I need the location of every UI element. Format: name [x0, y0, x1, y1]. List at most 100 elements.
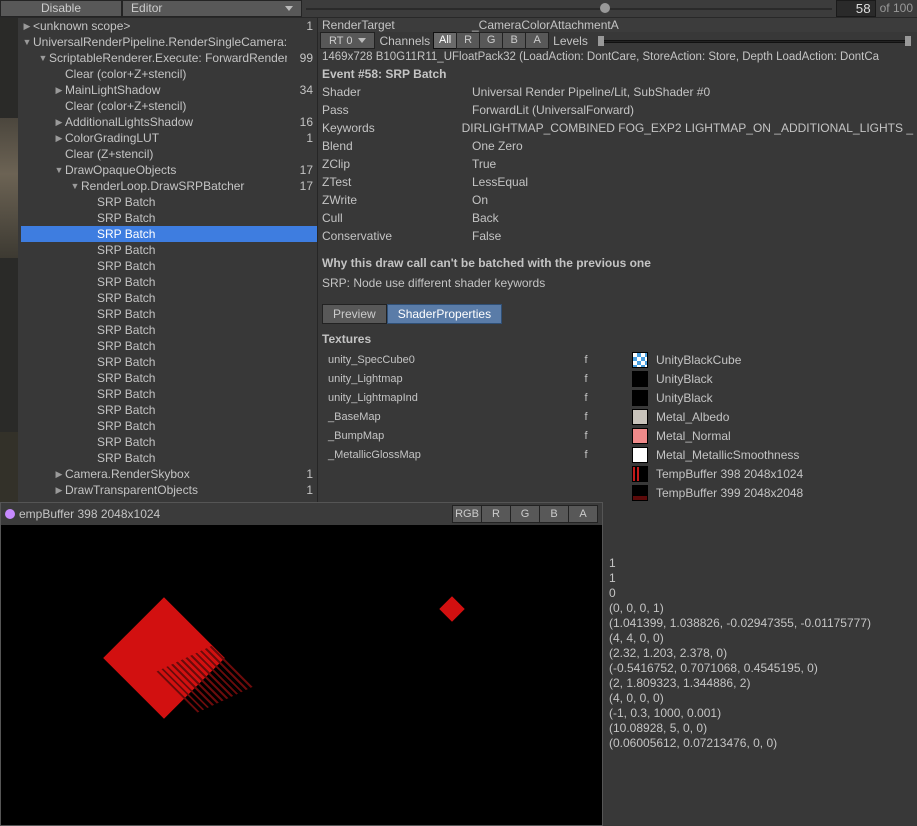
- property-row: ConservativeFalse: [318, 227, 917, 245]
- texture-name: Metal_Normal: [656, 429, 731, 443]
- foldout-icon[interactable]: ▼: [53, 165, 65, 175]
- tree-row[interactable]: Clear (color+Z+stencil): [21, 66, 317, 82]
- tab-shaderproperties[interactable]: ShaderProperties: [387, 304, 502, 324]
- texture-row[interactable]: TempBuffer 398 2048x1024: [318, 464, 917, 483]
- channel-r-button[interactable]: R: [456, 32, 480, 49]
- channel-a-button[interactable]: A: [525, 32, 549, 49]
- tree-row[interactable]: ▼UniversalRenderPipeline.RenderSingleCam…: [21, 34, 317, 50]
- tree-row[interactable]: SRP Batch: [21, 194, 317, 210]
- viewer-channel-g-button[interactable]: G: [510, 505, 540, 523]
- texture-row[interactable]: unity_SpecCube0fUnityBlackCube: [318, 350, 917, 369]
- main-split: ▶<unknown scope>1▼UniversalRenderPipelin…: [0, 18, 917, 502]
- tree-row[interactable]: ▼RenderLoop.DrawSRPBatcher17: [21, 178, 317, 194]
- tree-label: SRP Batch: [97, 323, 287, 337]
- levels-label: Levels: [553, 34, 588, 48]
- event-number-input[interactable]: [836, 0, 876, 17]
- tree-row[interactable]: ▶AdditionalLightsShadow16: [21, 114, 317, 130]
- property-value: ForwardLit (UniversalForward): [472, 103, 634, 117]
- constant-value: (1.041399, 1.038826, -0.02947355, -0.011…: [605, 616, 917, 631]
- channel-b-button[interactable]: B: [502, 32, 526, 49]
- tree-label: AdditionalLightsShadow: [65, 115, 287, 129]
- top-toolbar: Disable Editor of 100: [0, 0, 917, 18]
- event-tree[interactable]: ▶<unknown scope>1▼UniversalRenderPipelin…: [21, 18, 317, 498]
- texture-swatch: [632, 447, 648, 463]
- details-pane: RenderTarget _CameraColorAttachmentA RT …: [317, 18, 917, 502]
- texture-row[interactable]: _MetallicGlossMapfMetal_MetallicSmoothne…: [318, 445, 917, 464]
- disable-button[interactable]: Disable: [0, 0, 122, 17]
- mode-dropdown[interactable]: Editor: [122, 0, 302, 17]
- tab-preview[interactable]: Preview: [322, 304, 387, 324]
- property-value: Universal Render Pipeline/Lit, SubShader…: [472, 85, 710, 99]
- tree-row[interactable]: SRP Batch: [21, 386, 317, 402]
- tree-row[interactable]: ▶MainLightShadow34: [21, 82, 317, 98]
- tree-row[interactable]: SRP Batch: [21, 226, 317, 242]
- rendertarget-row: RenderTarget _CameraColorAttachmentA: [318, 18, 917, 32]
- tree-row[interactable]: ▶DrawTransparentObjects1: [21, 482, 317, 498]
- viewer-channel-b-button[interactable]: B: [539, 505, 569, 523]
- property-key: Cull: [322, 211, 472, 225]
- texture-swatch: [632, 485, 648, 501]
- foldout-icon[interactable]: ▶: [53, 85, 65, 96]
- tree-row[interactable]: Clear (color+Z+stencil): [21, 98, 317, 114]
- levels-slider[interactable]: [598, 35, 911, 47]
- texture-row[interactable]: _BaseMapfMetal_Albedo: [318, 407, 917, 426]
- tree-row[interactable]: SRP Batch: [21, 290, 317, 306]
- tree-label: ColorGradingLUT: [65, 131, 287, 145]
- texture-uniform: _BaseMap: [328, 411, 568, 423]
- constant-value: (0, 0, 0, 1): [605, 601, 917, 616]
- texture-row[interactable]: unity_LightmapfUnityBlack: [318, 369, 917, 388]
- texture-row[interactable]: TempBuffer 399 2048x2048: [318, 483, 917, 502]
- viewer-canvas[interactable]: [1, 525, 602, 825]
- constant-value: (0.06005612, 0.07213476, 0, 0): [605, 736, 917, 751]
- rt-index-dropdown[interactable]: RT 0: [320, 32, 375, 49]
- event-tree-pane: ▶<unknown scope>1▼UniversalRenderPipelin…: [0, 18, 317, 502]
- rt-options-bar: RT 0 Channels All R G B A Levels: [318, 32, 917, 49]
- tree-row[interactable]: ▼DrawOpaqueObjects17: [21, 162, 317, 178]
- tree-label: SRP Batch: [97, 211, 287, 225]
- tree-row[interactable]: SRP Batch: [21, 306, 317, 322]
- tree-row[interactable]: SRP Batch: [21, 418, 317, 434]
- tree-count: 17: [287, 163, 313, 177]
- viewer-channel-rgb-button[interactable]: RGB: [452, 505, 482, 523]
- tree-row[interactable]: SRP Batch: [21, 322, 317, 338]
- foldout-icon[interactable]: ▶: [53, 133, 65, 144]
- foldout-icon[interactable]: ▶: [53, 485, 65, 496]
- tree-label: RenderLoop.DrawSRPBatcher: [81, 179, 287, 193]
- tree-row[interactable]: SRP Batch: [21, 354, 317, 370]
- tree-row[interactable]: SRP Batch: [21, 370, 317, 386]
- foldout-icon[interactable]: ▼: [69, 181, 81, 191]
- tree-row[interactable]: Clear (Z+stencil): [21, 146, 317, 162]
- viewer-channel-a-button[interactable]: A: [568, 505, 598, 523]
- viewer-channel-r-button[interactable]: R: [481, 505, 511, 523]
- tree-row[interactable]: ▶Camera.RenderSkybox1: [21, 466, 317, 482]
- foldout-icon[interactable]: ▼: [21, 37, 33, 47]
- tree-row[interactable]: SRP Batch: [21, 450, 317, 466]
- tree-row[interactable]: SRP Batch: [21, 274, 317, 290]
- texture-name: Metal_MetallicSmoothness: [656, 448, 799, 462]
- tree-row[interactable]: ▼ScriptableRenderer.Execute: ForwardRend…: [21, 50, 317, 66]
- tree-label: Clear (Z+stencil): [65, 147, 287, 161]
- texture-row[interactable]: _BumpMapfMetal_Normal: [318, 426, 917, 445]
- tree-row[interactable]: ▶ColorGradingLUT1: [21, 130, 317, 146]
- channel-all-button[interactable]: All: [433, 32, 457, 49]
- channel-g-button[interactable]: G: [479, 32, 503, 49]
- tree-row[interactable]: SRP Batch: [21, 402, 317, 418]
- tree-row[interactable]: SRP Batch: [21, 210, 317, 226]
- foldout-icon[interactable]: ▼: [37, 53, 49, 63]
- foldout-icon[interactable]: ▶: [53, 117, 65, 128]
- foldout-icon[interactable]: ▶: [21, 21, 33, 32]
- tree-label: SRP Batch: [97, 403, 287, 417]
- constant-value: 1: [605, 571, 917, 586]
- foldout-icon[interactable]: ▶: [53, 469, 65, 480]
- tree-row[interactable]: SRP Batch: [21, 242, 317, 258]
- chevron-down-icon: [285, 6, 293, 11]
- tree-row[interactable]: ▶<unknown scope>1: [21, 18, 317, 34]
- tree-row[interactable]: SRP Batch: [21, 258, 317, 274]
- tree-row[interactable]: SRP Batch: [21, 434, 317, 450]
- property-key: Blend: [322, 139, 472, 153]
- event-slider[interactable]: [306, 0, 832, 17]
- texture-row[interactable]: unity_LightmapIndfUnityBlack: [318, 388, 917, 407]
- tree-row[interactable]: SRP Batch: [21, 338, 317, 354]
- property-row: ZWriteOn: [318, 191, 917, 209]
- tree-label: Camera.RenderSkybox: [65, 467, 287, 481]
